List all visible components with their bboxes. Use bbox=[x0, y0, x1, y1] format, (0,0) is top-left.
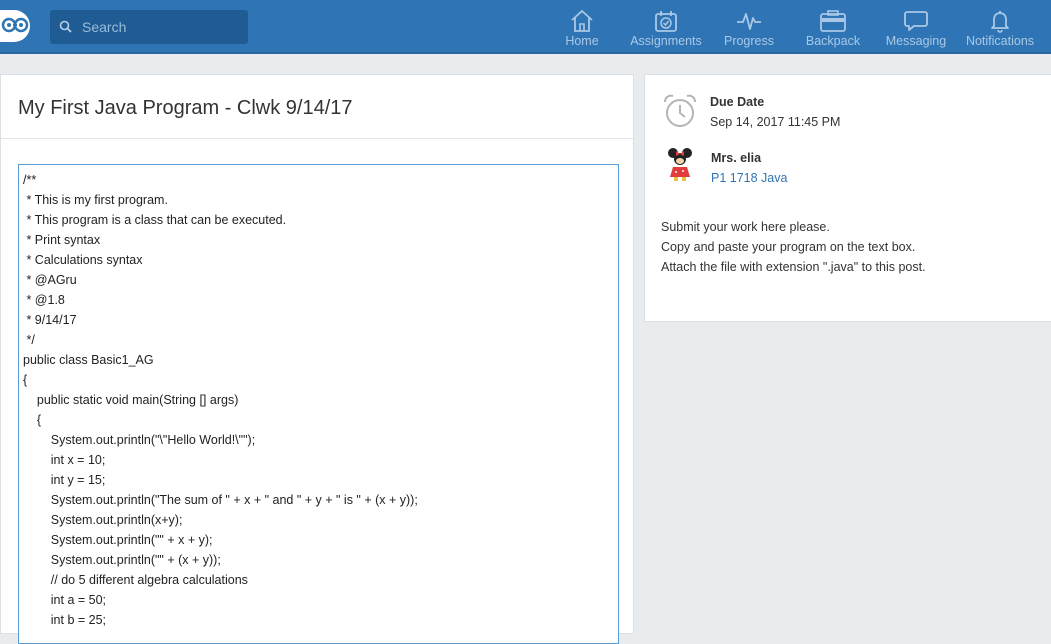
due-date-value: Sep 14, 2017 11:45 PM bbox=[710, 115, 841, 129]
code-text-box[interactable]: /** * This is my first program. * This p… bbox=[18, 164, 619, 644]
alarm-clock-icon bbox=[662, 93, 698, 134]
nav-backpack-label: Backpack bbox=[805, 34, 861, 48]
code-line: int y = 15; bbox=[23, 473, 106, 487]
nav-assignments-label: Assignments bbox=[630, 34, 702, 48]
code-line: System.out.println("The sum of " + x + "… bbox=[23, 493, 418, 507]
code-line: public static void main(String [] args) bbox=[23, 393, 239, 407]
code-line: int b = 25; bbox=[23, 613, 107, 627]
nav-progress-label: Progress bbox=[723, 34, 775, 48]
due-date-label: Due Date bbox=[710, 95, 765, 109]
code-line: * Print syntax bbox=[23, 233, 101, 247]
description-line: Copy and paste your program on the text … bbox=[661, 240, 916, 254]
code-line: // do 5 different algebra calculations bbox=[23, 573, 248, 587]
title-divider bbox=[1, 138, 633, 139]
nav-messaging[interactable]: Messaging bbox=[884, 0, 948, 54]
messaging-icon bbox=[903, 9, 929, 33]
code-line: { bbox=[23, 373, 28, 387]
nav-progress[interactable]: Progress bbox=[722, 0, 776, 54]
code-line: int x = 10; bbox=[23, 453, 106, 467]
code-line: */ bbox=[23, 333, 35, 347]
notifications-icon bbox=[987, 9, 1013, 33]
nav-assignments[interactable]: Assignments bbox=[627, 0, 705, 54]
code-line: System.out.println("" + (x + y)); bbox=[23, 553, 221, 567]
nav-backpack[interactable]: Backpack bbox=[803, 0, 863, 54]
code-line: * This is my first program. bbox=[23, 193, 168, 207]
code-line: * Calculations syntax bbox=[23, 253, 143, 267]
backpack-icon bbox=[819, 9, 847, 33]
search-input[interactable] bbox=[82, 10, 242, 44]
assignment-details-card: Due Date Sep 14, 2017 11:45 PM Mrs. elia… bbox=[644, 74, 1051, 322]
home-icon bbox=[569, 9, 595, 33]
progress-icon bbox=[735, 9, 763, 33]
assignments-icon bbox=[653, 9, 679, 33]
code-line: System.out.println("\"Hello World!\""); bbox=[23, 433, 256, 447]
nav-home[interactable]: Home bbox=[560, 0, 604, 54]
code-line: System.out.println(x+y); bbox=[23, 513, 183, 527]
code-line: * @AGru bbox=[23, 273, 77, 287]
code-line: * This program is a class that can be ex… bbox=[23, 213, 287, 227]
nav-notifications[interactable]: Notifications bbox=[963, 0, 1037, 54]
nav-notifications-label: Notifications bbox=[965, 34, 1035, 48]
code-line: * 9/14/17 bbox=[23, 313, 77, 327]
teacher-name[interactable]: Mrs. elia bbox=[711, 151, 761, 165]
top-nav-bar: Home Assignments Progress bbox=[0, 0, 1051, 54]
code-line: int a = 50; bbox=[23, 593, 107, 607]
assignment-title: My First Java Program - Clwk 9/14/17 bbox=[18, 97, 353, 119]
teacher-avatar[interactable] bbox=[665, 147, 695, 186]
assignment-description: Submit your work here please. Copy and pa… bbox=[661, 217, 1041, 277]
search-icon bbox=[59, 20, 73, 39]
code-line: * @1.8 bbox=[23, 293, 65, 307]
search-box[interactable] bbox=[50, 10, 248, 44]
code-line: { bbox=[23, 413, 42, 427]
nav-home-label: Home bbox=[565, 34, 599, 48]
description-line: Submit your work here please. bbox=[661, 220, 830, 234]
code-line: System.out.println("" + x + y); bbox=[23, 533, 213, 547]
nav-messaging-label: Messaging bbox=[885, 34, 947, 48]
code-content: /** * This is my first program. * This p… bbox=[19, 165, 618, 630]
edmodo-logo-icon[interactable] bbox=[0, 10, 30, 42]
description-line: Attach the file with extension ".java" t… bbox=[661, 260, 926, 274]
code-line: /** bbox=[23, 173, 37, 187]
assignment-card: My First Java Program - Clwk 9/14/17 /**… bbox=[0, 74, 634, 644]
group-link[interactable]: P1 1718 Java bbox=[711, 171, 787, 185]
code-line: public class Basic1_AG bbox=[23, 353, 154, 367]
